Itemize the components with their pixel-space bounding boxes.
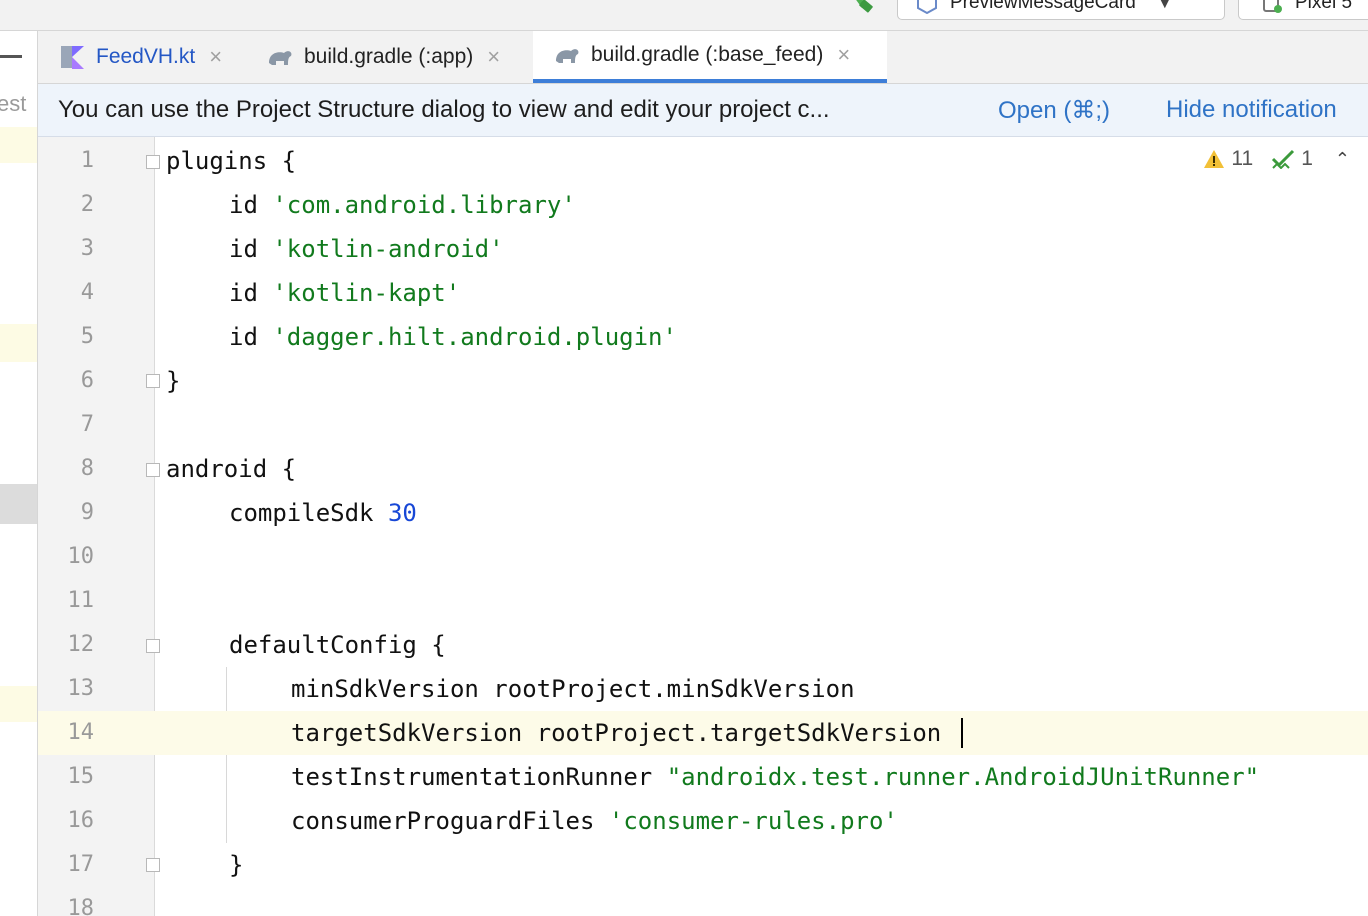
code-line[interactable]: 4 id 'kotlin-kapt' [38, 271, 1368, 315]
line-number: 10 [67, 544, 95, 569]
code-line[interactable]: 7 [38, 403, 1368, 447]
tab-label: build.gradle (:base_feed) [591, 43, 824, 66]
code-text: plugins { [166, 147, 297, 175]
fold-marker-icon[interactable] [146, 639, 160, 653]
line-number: 14 [38, 711, 94, 755]
line-number: 3 [80, 236, 94, 261]
device-icon [1263, 0, 1282, 13]
run-configuration-label: PreviewMessageCard [950, 0, 1136, 13]
hide-notification-link[interactable]: Hide notification [1166, 96, 1337, 124]
tab-build-gradle-app[interactable]: build.gradle (:app) × [246, 31, 533, 83]
code-text: testInstrumentationRunner "androidx.test… [291, 763, 1260, 791]
current-code-line[interactable]: 14 targetSdkVersion rootProject.targetSd… [38, 711, 1368, 755]
line-number: 6 [80, 368, 94, 393]
code-text: } [229, 851, 244, 879]
close-icon[interactable]: × [837, 42, 850, 68]
code-line[interactable]: 16 consumerProguardFiles 'consumer-rules… [38, 799, 1368, 843]
line-number: 16 [67, 808, 95, 833]
code-line[interactable]: 5 id 'dagger.hilt.android.plugin' [38, 315, 1368, 359]
scroll-marker [0, 686, 37, 722]
left-tool-window-strip: Test [0, 31, 38, 916]
editor-tab-bar: FeedVH.kt × build.gradle (:app) × build.… [38, 31, 1368, 84]
chevron-up-icon[interactable]: ⌃ [1335, 149, 1350, 170]
code-text: id 'com.android.library' [229, 191, 576, 219]
code-text: compileSdk 30 [229, 499, 417, 527]
weak-warning-icon [1272, 149, 1295, 169]
code-line[interactable]: 8 android { [38, 447, 1368, 491]
code-line[interactable]: 9 compileSdk 30 [38, 491, 1368, 535]
kotlin-file-icon [61, 46, 84, 69]
project-structure-notification: You can use the Project Structure dialog… [38, 84, 1368, 137]
code-line[interactable]: 15 testInstrumentationRunner "androidx.t… [38, 755, 1368, 799]
code-line[interactable]: 1 plugins { [38, 139, 1368, 183]
code-text: id 'kotlin-kapt' [229, 279, 461, 307]
code-line[interactable]: 2 id 'com.android.library' [38, 183, 1368, 227]
fold-marker-icon[interactable] [146, 858, 160, 872]
warning-count: 11 [1231, 147, 1254, 170]
line-number: 1 [80, 148, 94, 173]
code-line[interactable]: 11 [38, 579, 1368, 623]
code-text: consumerProguardFiles 'consumer-rules.pr… [291, 807, 898, 835]
scroll-marker [0, 484, 37, 524]
code-text: defaultConfig { [229, 631, 446, 659]
tab-feedvh-kt[interactable]: FeedVH.kt × [38, 31, 246, 83]
minimize-icon[interactable] [0, 55, 22, 58]
line-number: 9 [80, 500, 94, 525]
close-icon[interactable]: × [209, 44, 222, 70]
notification-message: You can use the Project Structure dialog… [58, 96, 830, 123]
line-number: 17 [67, 852, 95, 877]
line-number: 13 [67, 676, 95, 701]
device-label: Pixel 5 [1295, 0, 1353, 13]
line-number: 2 [80, 192, 94, 217]
tab-build-gradle-base-feed[interactable]: build.gradle (:base_feed) × [533, 31, 887, 83]
line-number: 4 [80, 280, 94, 305]
line-number: 5 [80, 324, 94, 349]
close-icon[interactable]: × [487, 44, 500, 70]
gradle-elephant-icon [556, 49, 579, 63]
code-line[interactable]: 3 id 'kotlin-android' [38, 227, 1368, 271]
main-toolbar: PreviewMessageCard ▼ Pixel 5 [0, 0, 1368, 31]
code-line[interactable]: 17 } [38, 843, 1368, 887]
line-number: 15 [67, 764, 95, 789]
fold-marker-icon[interactable] [146, 155, 160, 169]
line-number: 11 [67, 588, 95, 613]
code-line[interactable]: 10 [38, 535, 1368, 579]
gradle-elephant-icon [269, 51, 292, 65]
test-tool-window-label[interactable]: Test [0, 91, 26, 117]
weak-warning-count: 1 [1301, 147, 1313, 170]
inspection-widget[interactable]: 11 1 ⌃ [1203, 147, 1350, 171]
chevron-down-icon: ▼ [1157, 0, 1172, 11]
scroll-marker [0, 127, 37, 163]
code-text: android { [166, 455, 297, 483]
code-text: minSdkVersion rootProject.minSdkVersion [291, 675, 855, 703]
code-text: id 'dagger.hilt.android.plugin' [229, 323, 677, 351]
fold-marker-icon[interactable] [146, 463, 160, 477]
line-number: 12 [67, 632, 95, 657]
scroll-marker [0, 324, 37, 362]
code-text: targetSdkVersion rootProject.targetSdkVe… [291, 719, 942, 747]
code-line[interactable]: 13 minSdkVersion rootProject.minSdkVersi… [38, 667, 1368, 711]
hammer-icon[interactable] [842, 0, 876, 16]
code-line[interactable]: 6 } [38, 359, 1368, 403]
code-line[interactable]: 18 [38, 887, 1368, 916]
code-text: id 'kotlin-android' [229, 235, 504, 263]
text-caret [961, 718, 963, 748]
tab-label: build.gradle (:app) [304, 45, 474, 68]
warning-icon [1204, 150, 1225, 168]
code-text: } [166, 367, 181, 395]
line-number: 8 [80, 456, 94, 481]
open-project-structure-link[interactable]: Open (⌘;) [998, 96, 1110, 125]
line-number: 18 [67, 896, 95, 916]
code-editor[interactable]: 1 plugins { 2 id 'com.android.library' 3… [38, 137, 1368, 916]
run-configuration-selector[interactable]: PreviewMessageCard ▼ [897, 0, 1225, 20]
line-number: 7 [80, 412, 94, 437]
tab-label: FeedVH.kt [96, 45, 196, 68]
code-line[interactable]: 12 defaultConfig { [38, 623, 1368, 667]
fold-marker-icon[interactable] [146, 374, 160, 388]
compose-preview-icon [917, 0, 937, 14]
device-selector[interactable]: Pixel 5 [1238, 0, 1368, 20]
